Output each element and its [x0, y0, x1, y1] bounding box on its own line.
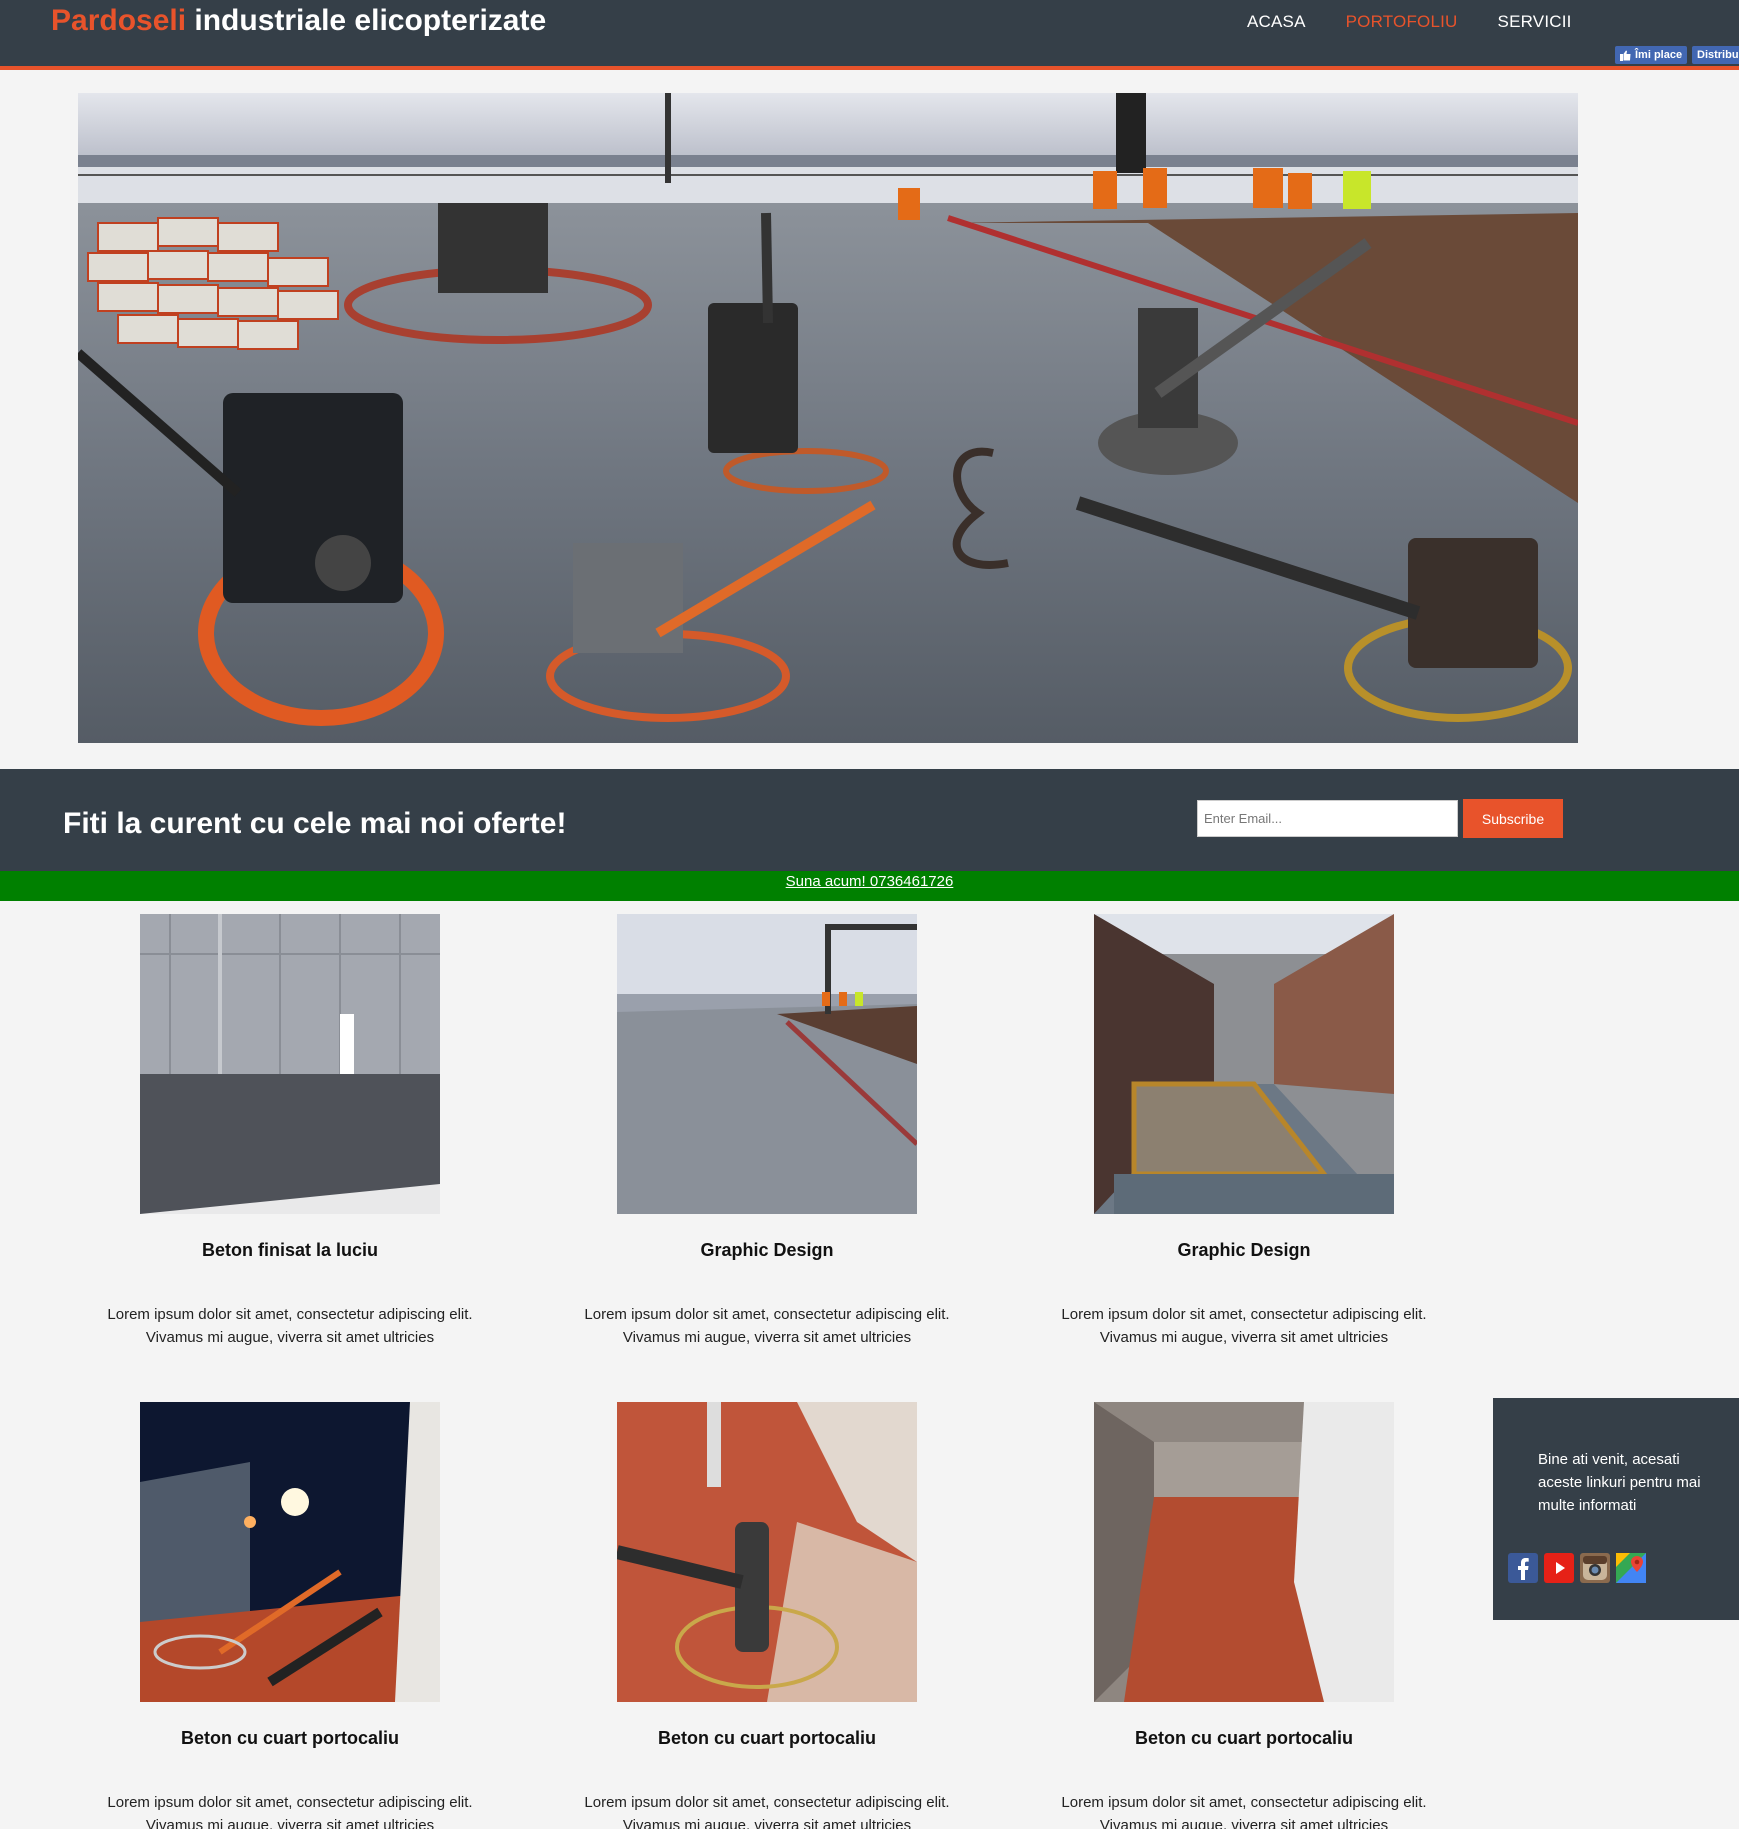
portfolio-image[interactable] — [140, 1402, 440, 1702]
portfolio-image[interactable] — [1094, 1402, 1394, 1702]
facebook-like-button[interactable]: Îmi place — [1615, 46, 1688, 64]
google-maps-icon[interactable] — [1616, 1553, 1646, 1583]
logo-brand: Pardoseli — [51, 4, 187, 37]
call-now-link[interactable]: Suna acum! 0736461726 — [786, 873, 954, 890]
subscribe-button[interactable]: Subscribe — [1463, 799, 1563, 838]
portfolio-image[interactable] — [617, 1402, 917, 1702]
nav-item-portofoliu[interactable]: PORTOFOLIU — [1346, 12, 1458, 32]
facebook-like-label: Îmi place — [1635, 49, 1683, 61]
portfolio-title: Beton cu cuart portocaliu — [657, 1728, 877, 1748]
portfolio-image[interactable] — [1094, 914, 1394, 1214]
newsletter-heading: Fiti la curent cu cele mai noi oferte! — [63, 807, 567, 840]
facebook-share-label: Distribuie — [1697, 49, 1739, 61]
hero-image — [78, 93, 1578, 743]
portfolio-description: Lorem ipsum dolor sit amet, consectetur … — [1061, 1794, 1427, 1829]
logo-text: industriale elicopterizate — [186, 4, 547, 37]
portfolio-title: Beton cu cuart portocaliu — [180, 1728, 400, 1748]
portfolio-description: Lorem ipsum dolor sit amet, consectetur … — [584, 1306, 950, 1346]
instagram-icon[interactable] — [1580, 1553, 1610, 1583]
portfolio-description: Lorem ipsum dolor sit amet, consectetur … — [584, 1794, 950, 1829]
facebook-share-button[interactable]: Distribuie — [1692, 46, 1739, 64]
portfolio-title: Beton finisat la luciu — [201, 1240, 379, 1260]
social-links — [1508, 1553, 1646, 1583]
main-nav: ACASA PORTOFOLIU SERVICII — [1247, 12, 1612, 32]
nav-item-acasa[interactable]: ACASA — [1247, 12, 1306, 32]
call-now-bar: Suna acum! 0736461726 — [0, 871, 1739, 901]
social-widget: Bine ati venit, acesati aceste linkuri p… — [1493, 1398, 1739, 1620]
email-input[interactable] — [1197, 800, 1458, 837]
portfolio-description: Lorem ipsum dolor sit amet, consectetur … — [107, 1306, 473, 1346]
social-widget-text: Bine ati venit, acesati aceste linkuri p… — [1538, 1451, 1701, 1514]
portfolio-title: Graphic Design — [700, 1240, 834, 1260]
facebook-icon[interactable] — [1508, 1553, 1538, 1583]
site-logo[interactable]: Pardoseli industriale elicopterizate — [51, 4, 546, 38]
portfolio-image[interactable] — [140, 914, 440, 1214]
site-header: Pardoseli industriale elicopterizate ACA… — [0, 0, 1739, 70]
thumbs-up-icon — [1620, 50, 1631, 61]
portfolio-image[interactable] — [617, 914, 917, 1214]
portfolio-title: Graphic Design — [1177, 1240, 1311, 1260]
newsletter-section: Fiti la curent cu cele mai noi oferte! S… — [0, 769, 1739, 871]
portfolio-description: Lorem ipsum dolor sit amet, consectetur … — [107, 1794, 473, 1829]
portfolio-description: Lorem ipsum dolor sit amet, consectetur … — [1061, 1306, 1427, 1346]
youtube-icon[interactable] — [1544, 1553, 1574, 1583]
nav-item-servicii[interactable]: SERVICII — [1498, 12, 1572, 32]
portfolio-title: Beton cu cuart portocaliu — [1134, 1728, 1354, 1748]
